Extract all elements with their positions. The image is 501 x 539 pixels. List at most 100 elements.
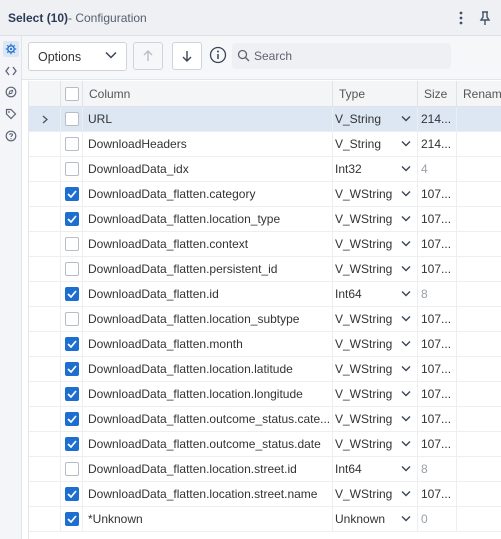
rename-cell[interactable] [457, 282, 501, 306]
size-value[interactable]: 107... [418, 182, 457, 206]
table-row[interactable]: DownloadHeaders V_String 214... [29, 132, 501, 157]
pin-button[interactable] [476, 8, 494, 28]
size-value[interactable]: 107... [418, 357, 457, 381]
size-value[interactable]: 107... [418, 432, 457, 456]
table-row[interactable]: DownloadData_flatten.outcome_status.cate… [29, 407, 501, 432]
table-row[interactable]: DownloadData_flatten.location.latitude V_… [29, 357, 501, 382]
field-checkbox[interactable] [64, 162, 79, 176]
rename-cell[interactable] [457, 307, 501, 331]
type-select[interactable]: V_String [333, 132, 418, 156]
code-icon[interactable] [3, 63, 19, 79]
gear-icon[interactable] [3, 41, 19, 57]
more-options-button[interactable] [452, 8, 470, 28]
header-type[interactable]: Type [333, 81, 418, 107]
field-checkbox[interactable] [64, 112, 79, 126]
help-icon[interactable] [3, 128, 19, 144]
rename-cell[interactable] [457, 457, 501, 481]
select-all-checkbox[interactable] [64, 87, 79, 101]
type-select[interactable]: V_WString [333, 407, 418, 431]
rename-cell[interactable] [457, 157, 501, 181]
field-checkbox[interactable] [64, 462, 79, 476]
table-row[interactable]: DownloadData_flatten.category V_WString 10… [29, 182, 501, 207]
size-value[interactable]: 107... [418, 232, 457, 256]
header-select-all[interactable] [61, 81, 83, 107]
table-row[interactable]: DownloadData_flatten.location.street.id I… [29, 457, 501, 482]
rename-cell[interactable] [457, 257, 501, 281]
field-checkbox[interactable] [64, 337, 79, 351]
size-value[interactable]: 0 [418, 507, 457, 531]
type-select[interactable]: V_WString [333, 232, 418, 256]
table-row[interactable]: DownloadData_flatten.id Int64 8 [29, 282, 501, 307]
type-select[interactable]: V_WString [333, 432, 418, 456]
table-row[interactable]: DownloadData_idx Int32 4 [29, 157, 501, 182]
rename-cell[interactable] [457, 407, 501, 431]
header-rename[interactable]: Rename [457, 81, 501, 107]
size-value[interactable]: 214... [418, 107, 457, 131]
table-row[interactable]: DownloadData_flatten.location_type V_WStr… [29, 207, 501, 232]
field-checkbox[interactable] [64, 262, 79, 276]
rename-cell[interactable] [457, 507, 501, 531]
field-checkbox[interactable] [64, 387, 79, 401]
rename-cell[interactable] [457, 357, 501, 381]
type-select[interactable]: Int32 [333, 157, 418, 181]
size-value[interactable]: 8 [418, 457, 457, 481]
size-value[interactable]: 107... [418, 257, 457, 281]
size-value[interactable]: 107... [418, 482, 457, 506]
field-checkbox[interactable] [64, 287, 79, 301]
type-select[interactable]: Unknown [333, 507, 418, 531]
type-select[interactable]: V_WString [333, 332, 418, 356]
table-row[interactable]: DownloadData_flatten.context V_WString 107… [29, 232, 501, 257]
rename-cell[interactable] [457, 332, 501, 356]
size-value[interactable]: 107... [418, 382, 457, 406]
type-select[interactable]: V_WString [333, 307, 418, 331]
options-dropdown[interactable]: Options [28, 42, 127, 71]
size-value[interactable]: 107... [418, 407, 457, 431]
type-select[interactable]: Int64 [333, 457, 418, 481]
rename-cell[interactable] [457, 432, 501, 456]
field-checkbox[interactable] [64, 212, 79, 226]
annotation-icon[interactable] [3, 84, 19, 100]
table-row[interactable]: DownloadData_flatten.location_subtype V_W… [29, 307, 501, 332]
size-value[interactable]: 107... [418, 307, 457, 331]
rename-cell[interactable] [457, 482, 501, 506]
field-checkbox[interactable] [64, 512, 79, 526]
table-row[interactable]: *Unknown Unknown 0 [29, 507, 501, 532]
size-value[interactable]: 107... [418, 332, 457, 356]
table-row[interactable]: DownloadData_flatten.location.longitude V… [29, 382, 501, 407]
size-value[interactable]: 4 [418, 157, 457, 181]
info-button[interactable] [209, 46, 227, 64]
rename-cell[interactable] [457, 207, 501, 231]
tag-icon[interactable] [3, 106, 19, 122]
type-select[interactable]: V_String [333, 107, 418, 131]
type-select[interactable]: V_WString [333, 182, 418, 206]
search-input[interactable] [254, 46, 444, 66]
type-select[interactable]: V_WString [333, 207, 418, 231]
table-row[interactable]: DownloadData_flatten.location.street.nam… [29, 482, 501, 507]
size-value[interactable]: 214... [418, 132, 457, 156]
field-checkbox[interactable] [64, 412, 79, 426]
rename-cell[interactable] [457, 382, 501, 406]
move-down-button[interactable] [172, 42, 202, 70]
field-checkbox[interactable] [64, 487, 79, 501]
header-column[interactable]: Column [83, 81, 333, 107]
field-checkbox[interactable] [64, 237, 79, 251]
rename-cell[interactable] [457, 132, 501, 156]
type-select[interactable]: V_WString [333, 382, 418, 406]
type-select[interactable]: V_WString [333, 257, 418, 281]
size-value[interactable]: 8 [418, 282, 457, 306]
field-checkbox[interactable] [64, 137, 79, 151]
field-checkbox[interactable] [64, 312, 79, 326]
rename-cell[interactable] [457, 232, 501, 256]
rename-cell[interactable] [457, 182, 501, 206]
header-size[interactable]: Size [418, 81, 457, 107]
size-value[interactable]: 107... [418, 207, 457, 231]
field-checkbox[interactable] [64, 187, 79, 201]
table-row[interactable]: URL V_String 214... [29, 107, 501, 132]
rename-cell[interactable] [457, 107, 501, 131]
type-select[interactable]: V_WString [333, 357, 418, 381]
row-expander[interactable] [29, 107, 61, 131]
type-select[interactable]: V_WString [333, 482, 418, 506]
table-row[interactable]: DownloadData_flatten.month V_WString 107..… [29, 332, 501, 357]
field-checkbox[interactable] [64, 362, 79, 376]
table-row[interactable]: DownloadData_flatten.persistent_id V_WStr… [29, 257, 501, 282]
